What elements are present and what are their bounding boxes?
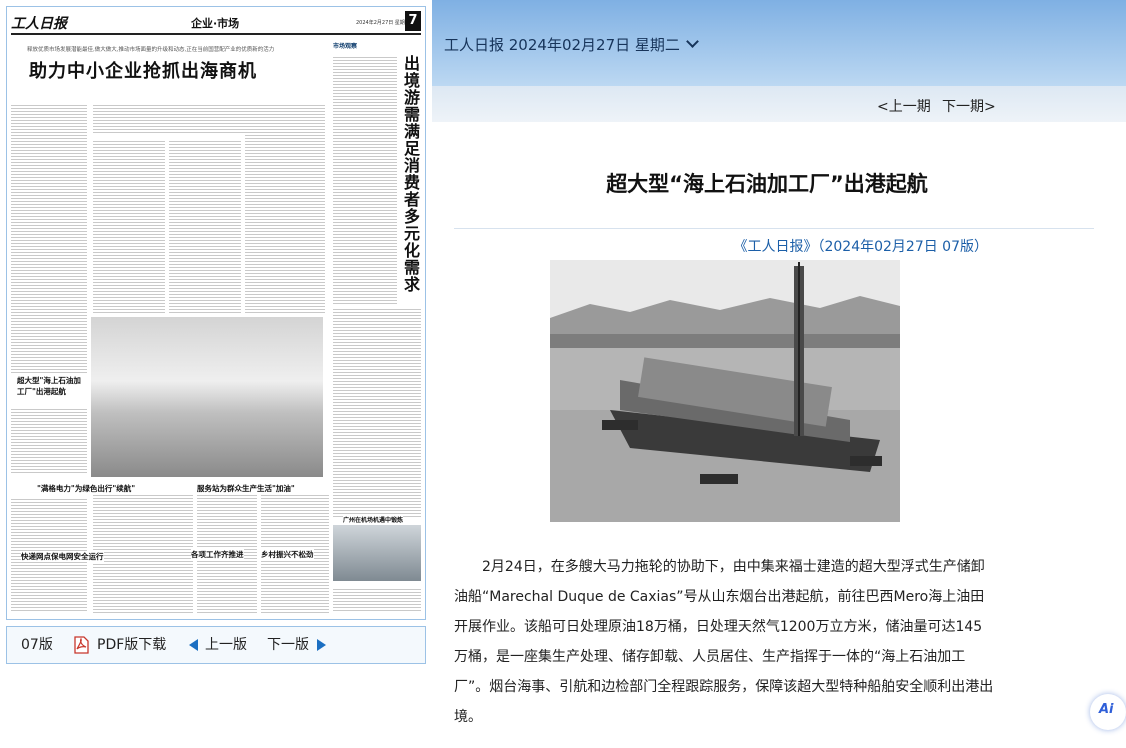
- text-column: [93, 493, 193, 613]
- subhead-guangzhou[interactable]: 广州在机场机遇中锻炼: [343, 515, 404, 524]
- edition-label: 07版: [21, 637, 53, 653]
- next-page-arrow-icon[interactable]: [317, 639, 326, 651]
- text-column: [333, 55, 397, 305]
- prev-page-link[interactable]: 上一版: [205, 627, 247, 663]
- newspaper-logo: 工人日报: [11, 16, 67, 32]
- next-page-link[interactable]: 下一版: [267, 627, 309, 663]
- prev-page-arrow-icon[interactable]: [189, 639, 198, 651]
- text-column: [333, 307, 421, 517]
- issue-nav-bar: <上一期 下一期>: [432, 86, 1126, 122]
- article-photo: [550, 260, 900, 522]
- top-banner: 工人日报 2024年02月27日 星期二: [432, 0, 1126, 86]
- next-issue-link[interactable]: 下一期>: [942, 96, 996, 116]
- title-divider: [454, 228, 1094, 229]
- newspaper-headline[interactable]: 助力中小企业抢抓出海商机: [29, 57, 257, 83]
- photo-caption-headline[interactable]: 超大型"海上石油加工厂"出港起航: [17, 375, 87, 397]
- subhead-rural[interactable]: 乡村振兴不松劲: [261, 549, 314, 560]
- market-label: 市场观察: [333, 43, 358, 50]
- article-title: 超大型“海上石油加工厂”出港起航: [606, 172, 928, 196]
- article-panel: 工人日报 2024年02月27日 星期二 <上一期 下一期> 超大型“海上石油加…: [432, 0, 1126, 748]
- issue-date-select[interactable]: 工人日报 2024年02月27日 星期二: [444, 34, 699, 55]
- newspaper-section-title: 企业·市场: [191, 17, 240, 30]
- pdf-download-link[interactable]: PDF版下载: [97, 627, 166, 663]
- text-column: [11, 407, 87, 473]
- text-column: [169, 139, 241, 313]
- newspaper-panel: 工人日报 企业·市场 2024年2月27日 星期二 7 释放优质市场发展潜能最佳…: [0, 0, 432, 748]
- newspaper-masthead: 工人日报 企业·市场 2024年2月27日 星期二 7: [11, 11, 421, 35]
- subhead-express[interactable]: 快递网点保电网安全运行: [21, 551, 104, 562]
- prev-issue-link[interactable]: <上一期: [877, 96, 931, 116]
- text-column: [245, 103, 325, 313]
- article-body: 2月24日，在多艘大马力拖轮的协助下，由中集来福士建造的超大型浮式生产储卸油船“…: [454, 559, 994, 725]
- issue-date-value: 工人日报 2024年02月27日 星期二: [444, 36, 680, 54]
- newspaper-page-number: 7: [405, 11, 421, 31]
- ai-assistant-button[interactable]: Ai: [1090, 694, 1126, 730]
- newspaper-photo[interactable]: [91, 317, 323, 477]
- small-photo[interactable]: [333, 525, 421, 581]
- ai-icon: Ai: [1099, 702, 1114, 717]
- newspaper-kicker: 释放优质市场发展潜能最佳,做大做大,推动市场面量的升级和动态,正在当前国营配产业…: [27, 47, 275, 53]
- subhead-service-station[interactable]: 服务站为群众生产生活"加油": [197, 483, 295, 494]
- subhead-work[interactable]: 各项工作齐推进: [191, 549, 244, 560]
- text-column: [93, 139, 165, 313]
- newspaper-date: 2024年2月27日 星期二: [356, 20, 410, 26]
- subhead-green-power[interactable]: "满格电力"为绿色出行"续航": [37, 483, 136, 494]
- text-column: [11, 103, 87, 373]
- pdf-icon[interactable]: [73, 636, 89, 654]
- text-column: [333, 587, 421, 613]
- page-toolbar: 07版 PDF版下载 上一版 下一版: [6, 626, 426, 664]
- newspaper-page-image[interactable]: 工人日报 企业·市场 2024年2月27日 星期二 7 释放优质市场发展潜能最佳…: [6, 6, 426, 620]
- chevron-down-icon: [686, 35, 699, 48]
- vertical-headline[interactable]: 出境游需满足消费者多元化需求: [400, 55, 422, 293]
- article-source: 《工人日报》（2024年02月27日 07版）: [733, 239, 988, 255]
